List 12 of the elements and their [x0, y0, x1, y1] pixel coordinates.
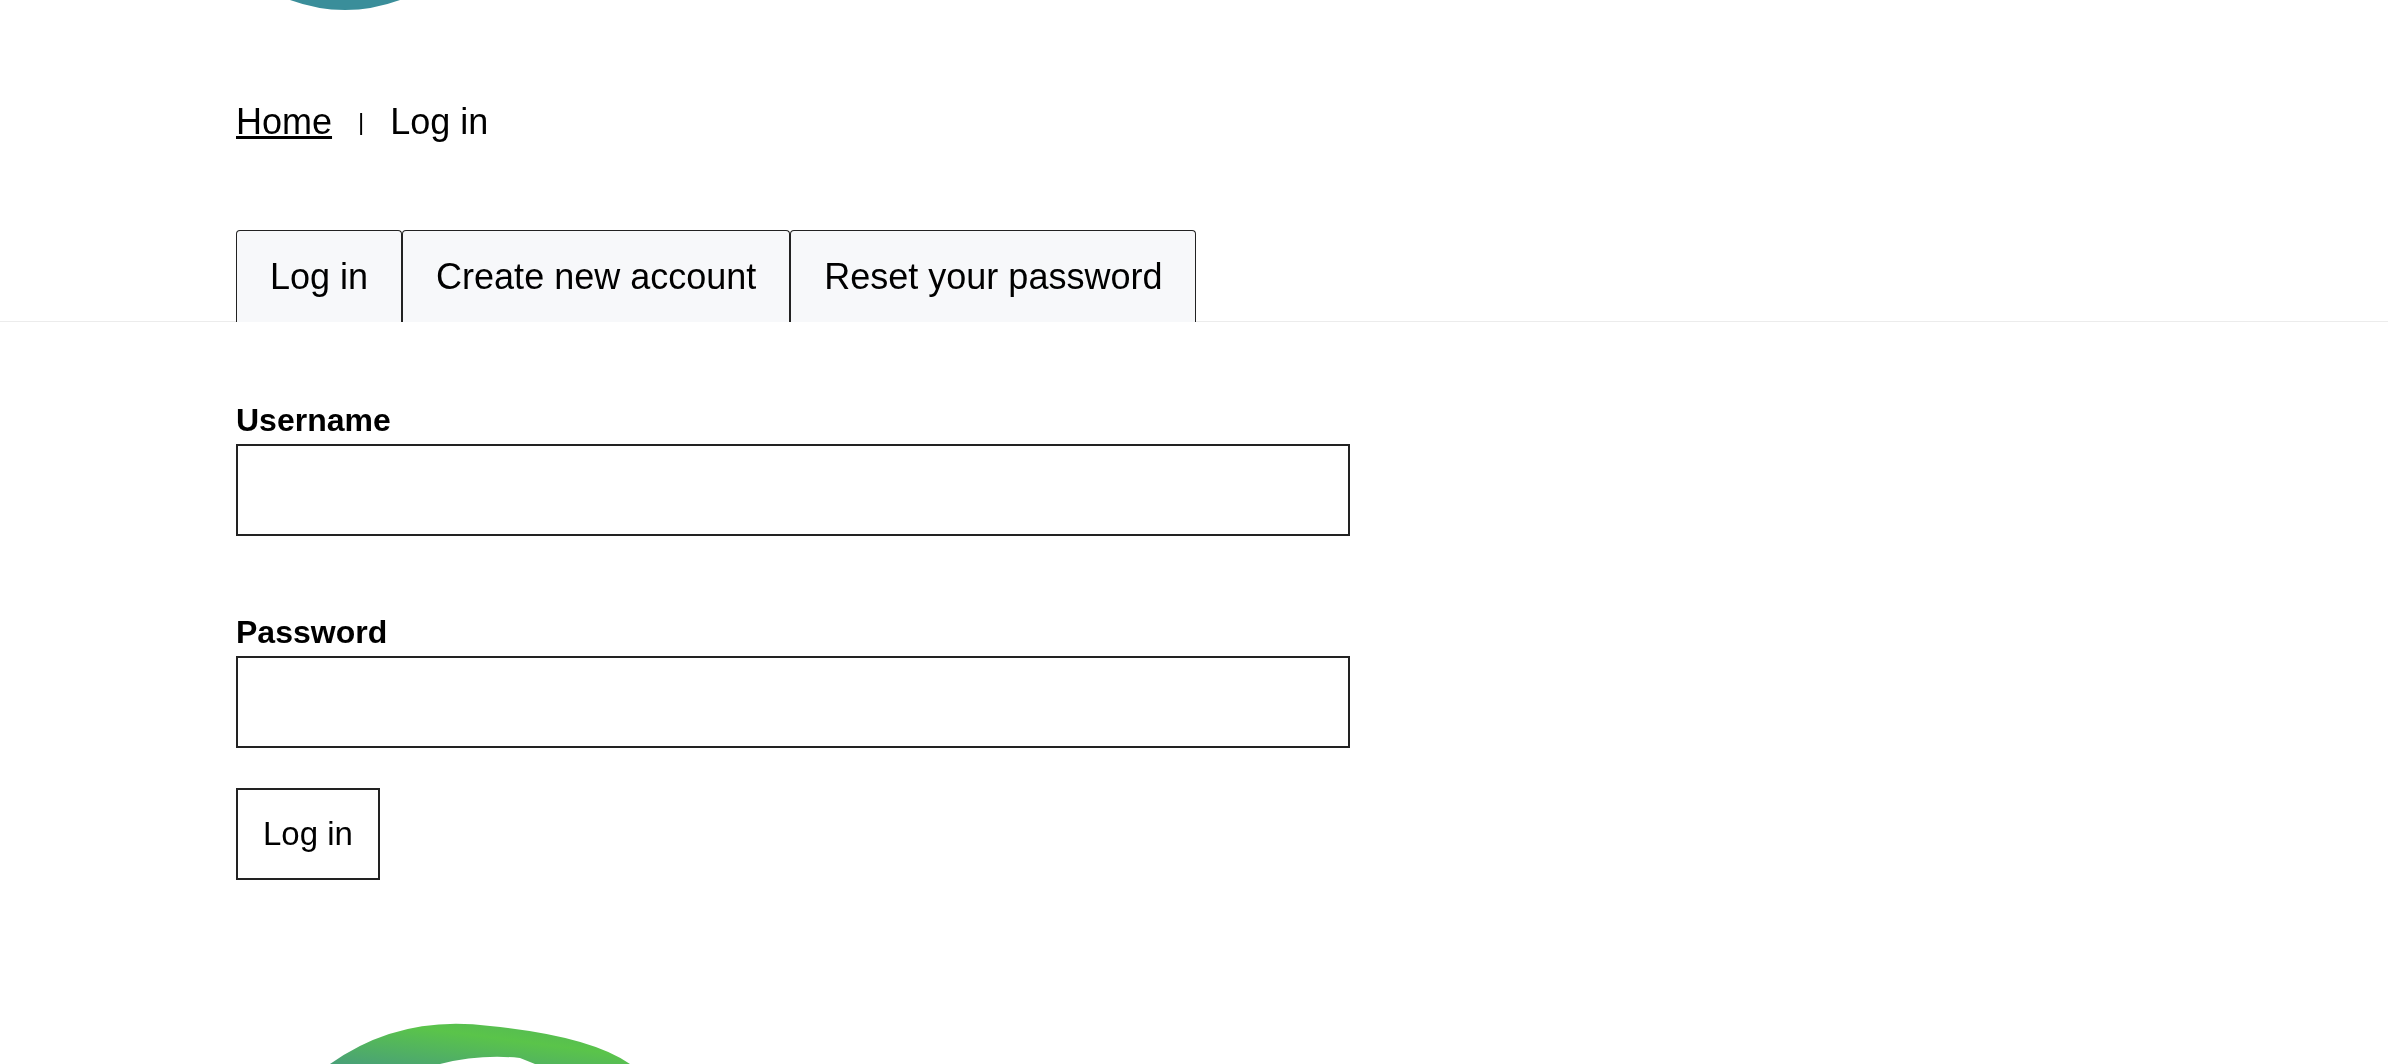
tab[interactable]: Log in	[236, 230, 403, 322]
field-label: Username	[236, 401, 392, 440]
breadcrumb-separator: |	[358, 107, 365, 137]
logo-icon	[290, 0, 400, 10]
input-field[interactable]	[236, 444, 1350, 536]
field-label: Password	[236, 613, 389, 652]
input-field[interactable]	[236, 656, 1350, 748]
tab[interactable]: Reset your password	[790, 230, 1197, 322]
breadcrumb-link[interactable]: Home	[236, 100, 333, 144]
breadcrumb-current: Log in	[390, 100, 489, 144]
login-button[interactable]: Log in	[236, 788, 380, 880]
tab[interactable]: Create new account	[402, 230, 791, 322]
